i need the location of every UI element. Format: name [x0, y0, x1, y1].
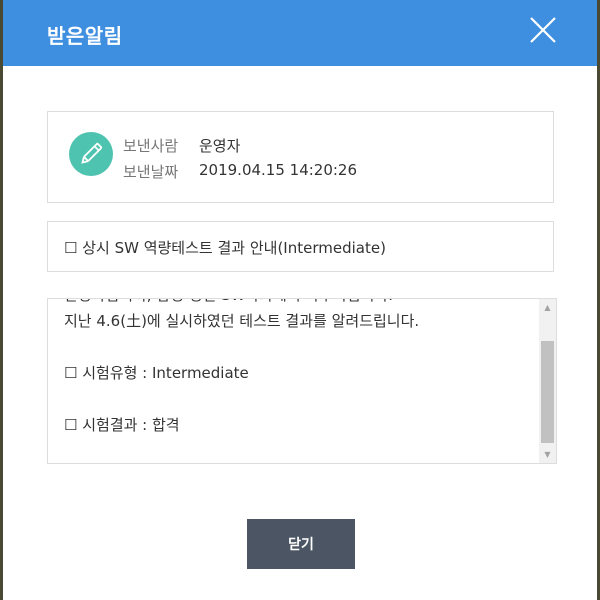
message-line: 안녕하십니까, 삼성 청년 SW아카데미 사무국입니다. — [64, 299, 534, 308]
close-button[interactable]: 닫기 — [247, 519, 355, 569]
message-line — [64, 386, 534, 412]
message-line: 지난 4.6(土)에 실시하였던 테스트 결과를 알려드립니다. — [64, 312, 420, 330]
dialog-title: 받은알림 — [47, 24, 123, 48]
pencil-icon — [69, 132, 113, 176]
scrollbar-thumb[interactable] — [541, 341, 554, 443]
message-body: 안녕하십니까, 삼성 청년 SW아카데미 사무국입니다. 지난 4.6(土)에 … — [64, 299, 534, 438]
message-subject: ☐ 상시 SW 역량테스트 결과 안내(Intermediate) — [64, 239, 386, 257]
message-body-panel[interactable]: 안녕하십니까, 삼성 청년 SW아카데미 사무국입니다. 지난 4.6(土)에 … — [47, 298, 557, 464]
sent-date-value: 2019.04.15 14:20:26 — [199, 161, 358, 179]
sender-value: 운영자 — [199, 137, 241, 155]
close-icon[interactable] — [523, 12, 563, 52]
notification-dialog: 받은알림 보낸사람 운영자 보낸날짜 2019.04.15 14:20:26 ☐… — [3, 0, 597, 600]
message-line: ☐ 시험유형 : Intermediate — [64, 364, 249, 382]
message-line: ☐ 시험결과 : 합격 — [64, 416, 180, 434]
sender-info-panel: 보낸사람 운영자 보낸날짜 2019.04.15 14:20:26 — [47, 111, 554, 203]
sender-label: 보낸사람 — [123, 137, 179, 155]
scroll-down-icon[interactable]: ▼ — [539, 446, 556, 463]
dialog-header: 받은알림 — [3, 0, 597, 66]
scroll-up-icon[interactable]: ▲ — [539, 299, 556, 316]
sent-date-label: 보낸날짜 — [123, 163, 179, 181]
vertical-scrollbar[interactable]: ▲ ▼ — [539, 299, 556, 463]
message-line — [64, 334, 534, 360]
subject-panel: ☐ 상시 SW 역량테스트 결과 안내(Intermediate) — [47, 221, 554, 272]
